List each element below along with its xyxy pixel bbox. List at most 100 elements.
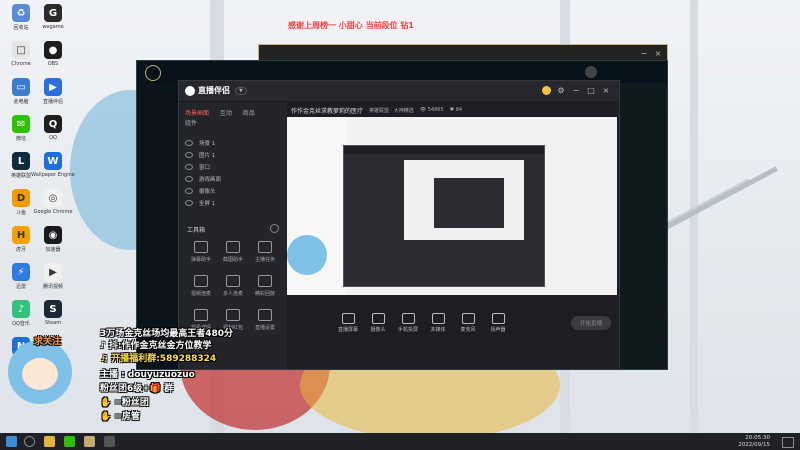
minimize-icon[interactable]: − (639, 49, 649, 59)
desktop-icon[interactable]: ● OBS (36, 41, 70, 67)
eye-icon[interactable] (185, 176, 193, 182)
league-taskbar-icon[interactable] (84, 436, 95, 447)
live-companion-window[interactable]: 直播伴侣 ▼ ⚙ − □ × 场景画面 互动 商品 组件 场景 1 图片 1 窗… (178, 80, 620, 370)
notification-icon[interactable] (782, 437, 794, 448)
tool-screenshot[interactable]: 截图助手 (217, 241, 249, 263)
desktop-icon[interactable]: ✉ 微信 (4, 115, 38, 142)
app-badge[interactable]: ▼ (235, 86, 247, 95)
desktop-icon[interactable]: ▶ 腾讯视频 (36, 263, 70, 290)
layer-label: 图片 1 (199, 153, 216, 159)
tool-replay[interactable]: 精彩回放 (249, 275, 281, 297)
desktop-icon[interactable]: ♻ 回收站 (4, 4, 38, 31)
start-icon[interactable] (6, 436, 17, 447)
stream-main: 作作金克丝求教萝莉的医疗 英雄联盟 · 大神精选 👁 54865 ♥ 84 直播… (287, 103, 619, 369)
desktop-icon[interactable]: ◎ Google Chrome (34, 189, 72, 215)
chrome-taskbar-icon[interactable] (44, 436, 55, 447)
desktop-icon[interactable]: ♪ QQ音乐 (4, 300, 38, 327)
desktop-icon[interactable]: Q QQ (36, 115, 70, 141)
go-live-button[interactable]: 开始直播 (571, 316, 611, 330)
app-icon: L (12, 152, 30, 170)
tab-widgets[interactable]: 组件 (185, 118, 197, 127)
toolbox-more-icon[interactable] (270, 224, 279, 233)
desktop-icon-label: Wallpaper Engine (31, 172, 75, 178)
close-icon[interactable]: × (653, 49, 663, 59)
app-icon: H (12, 226, 30, 244)
tab-scene[interactable]: 场景画面 (185, 108, 209, 117)
desktop-icon[interactable]: ◉ 加速器 (36, 226, 70, 253)
tool-settings[interactable]: 直播设置 (249, 309, 281, 331)
layer-item[interactable]: 全屏 1 (179, 197, 287, 209)
eye-icon[interactable] (185, 200, 193, 206)
desktop-icon[interactable]: ▶ 直播伴侣 (36, 78, 70, 105)
scene-selector[interactable]: 场景 1 (179, 137, 287, 149)
desktop-icon[interactable]: □ Chrome (4, 41, 38, 67)
desktop-icon-label: 此电脑 (13, 99, 29, 105)
app-icon: ⚡ (12, 263, 30, 281)
microphone-button[interactable]: 麦克风 (455, 313, 481, 333)
toolbar-label: 摄像头 (370, 327, 386, 333)
wechat-taskbar-icon[interactable] (64, 436, 75, 447)
taskbar-clock[interactable]: 20:05:30 2022/09/15 (738, 435, 770, 448)
user-avatar[interactable] (542, 86, 551, 95)
phone-cast-button[interactable]: 手机投屏 (395, 313, 421, 333)
companion-titlebar: 直播伴侣 ▼ ⚙ − □ × (179, 81, 619, 101)
screen-capture-button[interactable]: 直播屏幕 (335, 313, 361, 333)
minimize-icon[interactable]: − (571, 86, 581, 96)
league-logo-icon (145, 65, 161, 81)
tool-multi-link[interactable]: 多人连麦 (217, 275, 249, 297)
app-icon: ▭ (12, 78, 30, 96)
layer-item[interactable]: 图片 1 (179, 149, 287, 161)
app-icon: S (44, 300, 62, 318)
desktop-icon[interactable]: H 虎牙 (4, 226, 38, 253)
desktop-icon[interactable]: ▭ 此电脑 (4, 78, 38, 105)
task-icon (258, 241, 272, 253)
camera-button[interactable]: 摄像头 (365, 313, 391, 333)
tool-task[interactable]: 主播任务 (249, 241, 281, 263)
desktop-icon[interactable]: ⚡ 迅雷 (4, 263, 38, 290)
tool-label: 主播任务 (254, 257, 275, 263)
desktop-icon[interactable]: S Steam (36, 300, 70, 326)
speaker-button[interactable]: 扬声器 (485, 313, 511, 333)
companion-logo-icon (185, 85, 195, 96)
desktop-icon[interactable]: Gwegame (36, 4, 70, 30)
close-icon[interactable]: × (601, 86, 611, 96)
settings-icon[interactable]: ⚙ (556, 86, 566, 96)
desktop-icon-label: 回收站 (13, 25, 29, 31)
obs-taskbar-icon[interactable] (104, 436, 115, 447)
tool-video-link[interactable]: 视频连麦 (185, 275, 217, 297)
layer-label: 全屏 1 (199, 201, 216, 207)
tab-interact[interactable]: 互动 (220, 108, 232, 117)
tool-label: 视频连麦 (190, 291, 211, 297)
eye-icon[interactable] (185, 140, 193, 146)
desktop-icon-label: QQ音乐 (12, 321, 30, 327)
eye-icon[interactable] (185, 164, 193, 170)
scene-label: 场景 1 (199, 141, 216, 147)
layer-item[interactable]: 窗口 (179, 161, 287, 173)
stream-title[interactable]: 作作金克丝求教萝莉的医疗 (291, 106, 363, 115)
gift-icon (226, 309, 240, 321)
tab-goods[interactable]: 商品 (243, 108, 255, 117)
avatar[interactable] (585, 66, 597, 78)
layer-label: 游戏画面 (199, 177, 222, 183)
camera-icon (226, 241, 240, 253)
overlay-info-line: ♪ 抖:作作金克丝金方位教学 (100, 341, 212, 351)
desktop-icon-label: 微信 (15, 136, 26, 142)
search-icon[interactable] (24, 436, 35, 447)
eye-icon[interactable] (185, 152, 193, 158)
tool-danmu[interactable]: 弹幕助手 (185, 241, 217, 263)
desktop-icon[interactable]: W Wallpaper Engine (31, 152, 75, 178)
layer-item[interactable]: 摄像头 (179, 185, 287, 197)
tool-label: 截图助手 (222, 257, 243, 263)
layer-item[interactable]: 游戏画面 (179, 173, 287, 185)
stream-title-bar: 作作金克丝求教萝莉的医疗 英雄联盟 · 大神精选 👁 54865 ♥ 84 (287, 103, 619, 117)
stream-category[interactable]: 英雄联盟 · 大神精选 (369, 107, 414, 114)
preview-nested-deeper (434, 178, 504, 228)
viewer-count: 👁 54865 (419, 107, 444, 113)
media-button[interactable]: 多媒体 (425, 313, 451, 333)
chart-icon (194, 309, 208, 321)
eye-icon[interactable] (185, 188, 193, 194)
stream-preview[interactable] (287, 117, 617, 295)
app-icon: □ (12, 41, 30, 59)
maximize-icon[interactable]: □ (586, 86, 596, 96)
people-icon (226, 275, 240, 287)
